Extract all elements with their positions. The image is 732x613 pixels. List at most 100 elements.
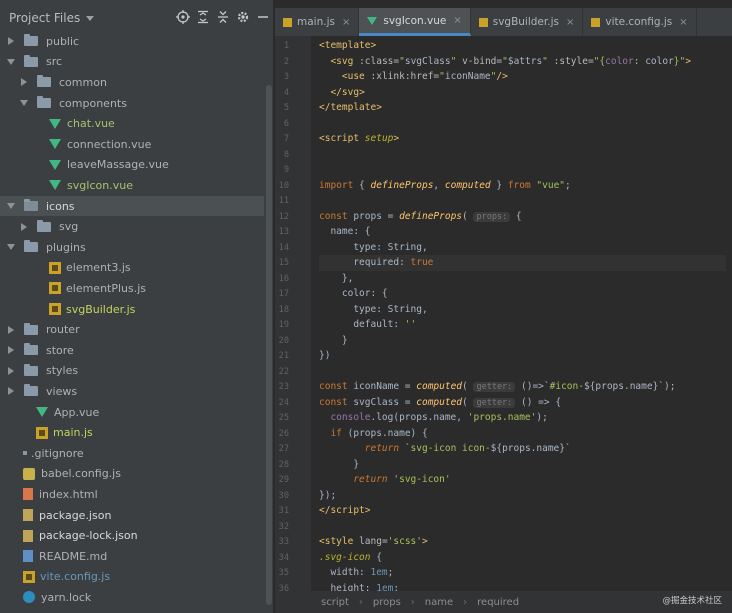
- tree-item-yarn-lock[interactable]: yarn.lock: [0, 587, 264, 608]
- line-number[interactable]: 21: [275, 351, 289, 361]
- code-line[interactable]: return `svg-icon icon-${props.name}`: [319, 441, 732, 457]
- code-line[interactable]: return 'svg-icon': [319, 472, 732, 488]
- code-line[interactable]: required: true: [319, 255, 732, 271]
- line-number[interactable]: 26: [275, 429, 289, 439]
- tree-item-leavemassage-vue[interactable]: leaveMassage.vue: [0, 155, 264, 176]
- line-number[interactable]: 13: [275, 227, 289, 237]
- chevron-right-icon[interactable]: [8, 346, 14, 355]
- line-number[interactable]: 17: [275, 289, 289, 299]
- code-line[interactable]: console.log(props.name, 'props.name');: [319, 410, 732, 426]
- code-line[interactable]: [319, 193, 732, 209]
- code-line[interactable]: [319, 364, 732, 380]
- close-icon[interactable]: ×: [453, 15, 461, 26]
- expand-all-icon[interactable]: [196, 10, 210, 24]
- tab-svgicon-vue[interactable]: svgIcon.vue ×: [359, 8, 471, 36]
- line-number[interactable]: 8: [275, 150, 289, 160]
- tree-item-element3-js[interactable]: element3.js: [0, 258, 264, 279]
- line-number[interactable]: 33: [275, 537, 289, 547]
- close-icon[interactable]: ×: [566, 17, 574, 28]
- locate-icon[interactable]: [176, 10, 190, 24]
- line-number[interactable]: 30: [275, 491, 289, 501]
- editor-scrollbar[interactable]: [726, 36, 732, 591]
- tree-item-gitignore[interactable]: .gitignore: [0, 443, 264, 464]
- chevron-right-icon[interactable]: [8, 37, 14, 46]
- tree-item-views[interactable]: views: [0, 381, 264, 402]
- code-line[interactable]: type: String,: [319, 302, 732, 318]
- tree-item-styles[interactable]: styles: [0, 361, 264, 382]
- code-line[interactable]: </script>: [319, 503, 732, 519]
- tree-item-index-html[interactable]: index.html: [0, 484, 264, 505]
- chevron-down-icon[interactable]: [7, 203, 15, 210]
- code-line[interactable]: type: String,: [319, 240, 732, 256]
- code-line[interactable]: const iconName = computed( getter: ()=>`…: [319, 379, 732, 395]
- line-number[interactable]: 31: [275, 506, 289, 516]
- code-line[interactable]: <use :xlink:href="iconName"/>: [319, 69, 732, 85]
- tree-item-store[interactable]: store: [0, 340, 264, 361]
- tree-item-chat-vue[interactable]: chat.vue: [0, 113, 264, 134]
- line-number[interactable]: 20: [275, 336, 289, 346]
- code-area[interactable]: <template> <svg :class="svgClass" v-bind…: [319, 36, 732, 594]
- breadcrumb-item[interactable]: name: [425, 597, 453, 608]
- chevron-right-icon[interactable]: [8, 366, 14, 375]
- line-number[interactable]: 32: [275, 522, 289, 532]
- code-line[interactable]: [319, 162, 732, 178]
- project-files-title[interactable]: Project Files: [9, 11, 80, 25]
- line-number[interactable]: 6: [275, 119, 289, 129]
- tab-vite-config-js[interactable]: vite.config.js ×: [583, 8, 697, 36]
- chevron-down-icon[interactable]: [7, 244, 15, 251]
- chevron-right-icon[interactable]: [21, 222, 27, 231]
- code-line[interactable]: <script setup>: [319, 131, 732, 147]
- line-number[interactable]: 9: [275, 165, 289, 175]
- code-line[interactable]: width: 1em;: [319, 565, 732, 581]
- tree-item-svg[interactable]: svg: [0, 216, 264, 237]
- line-number[interactable]: 18: [275, 305, 289, 315]
- code-line[interactable]: default: '': [319, 317, 732, 333]
- line-number[interactable]: 19: [275, 320, 289, 330]
- tree-item-components[interactable]: components: [0, 93, 264, 114]
- code-line[interactable]: }: [319, 457, 732, 473]
- code-line[interactable]: color: {: [319, 286, 732, 302]
- line-number[interactable]: 2: [275, 57, 289, 67]
- chevron-down-icon[interactable]: [7, 58, 15, 65]
- collapse-all-icon[interactable]: [216, 10, 230, 24]
- code-line[interactable]: },: [319, 271, 732, 287]
- tree-item-elementplus-js[interactable]: elementPlus.js: [0, 278, 264, 299]
- code-line[interactable]: if (props.name) {: [319, 426, 732, 442]
- code-line[interactable]: const props = defineProps( props: {: [319, 209, 732, 225]
- tree-item-vite-config-js[interactable]: vite.config.js: [0, 567, 264, 588]
- chevron-right-icon[interactable]: [8, 325, 14, 334]
- code-line[interactable]: <template>: [319, 38, 732, 54]
- code-line[interactable]: [319, 116, 732, 132]
- gear-icon[interactable]: [236, 10, 250, 24]
- code-line[interactable]: .svg-icon {: [319, 550, 732, 566]
- tree-item-main-js[interactable]: main.js: [0, 422, 264, 443]
- code-line[interactable]: }): [319, 348, 732, 364]
- tree-item-svgbuilder-js[interactable]: svgBuilder.js: [0, 299, 264, 320]
- line-number[interactable]: 10: [275, 181, 289, 191]
- line-number[interactable]: 5: [275, 103, 289, 113]
- line-number[interactable]: 11: [275, 196, 289, 206]
- tree-item-src[interactable]: src: [0, 52, 264, 73]
- chevron-right-icon[interactable]: [21, 78, 27, 87]
- line-number[interactable]: 34: [275, 553, 289, 563]
- line-number[interactable]: 12: [275, 212, 289, 222]
- code-line[interactable]: name: {: [319, 224, 732, 240]
- code-line[interactable]: </svg>: [319, 85, 732, 101]
- line-number[interactable]: 35: [275, 568, 289, 578]
- close-icon[interactable]: ×: [679, 17, 687, 28]
- line-number[interactable]: 25: [275, 413, 289, 423]
- tab-svgbuilder-js[interactable]: svgBuilder.js ×: [471, 8, 584, 36]
- code-line[interactable]: [319, 147, 732, 163]
- breadcrumb-item[interactable]: script: [321, 597, 349, 608]
- chevron-down-icon[interactable]: [20, 100, 28, 107]
- tree-item-babel-config-js[interactable]: babel.config.js: [0, 464, 264, 485]
- line-number[interactable]: 1: [275, 41, 289, 51]
- line-number[interactable]: 28: [275, 460, 289, 470]
- tree-item-icons[interactable]: icons: [0, 195, 264, 217]
- code-line[interactable]: const svgClass = computed( getter: () =>…: [319, 395, 732, 411]
- tree-item-plugins[interactable]: plugins: [0, 237, 264, 258]
- chevron-right-icon[interactable]: [8, 387, 14, 396]
- code-line[interactable]: <style lang='scss'>: [319, 534, 732, 550]
- line-number[interactable]: 15: [275, 258, 289, 268]
- line-number[interactable]: 16: [275, 274, 289, 284]
